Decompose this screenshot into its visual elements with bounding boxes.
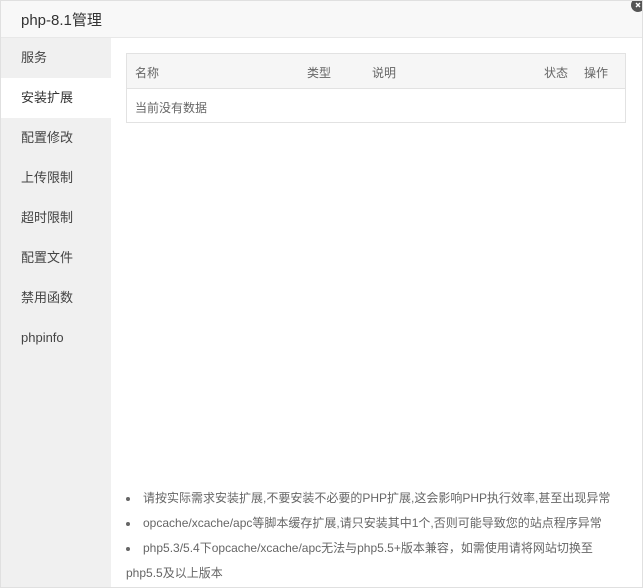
sidebar-item-disabled-functions[interactable]: 禁用函数: [1, 278, 111, 318]
tip-item: opcache/xcache/apc等脚本缓存扩展,请只安装其中1个,否则可能导…: [126, 511, 626, 536]
close-icon[interactable]: [628, 1, 642, 15]
column-header-description: 说明: [372, 66, 397, 80]
sidebar-item-config-file[interactable]: 配置文件: [1, 238, 111, 278]
extensions-table: 名称 类型 说明 状态 操作 当前没有数据: [126, 53, 626, 123]
column-header-type: 类型: [307, 66, 332, 80]
php-manager-dialog: php-8.1管理 服务 安装扩展 配置修改 上传限制 超时限制 配置文件 禁用…: [0, 0, 643, 588]
sidebar-item-upload-limit[interactable]: 上传限制: [1, 158, 111, 198]
column-header-actions: 操作: [584, 66, 609, 80]
tips-list: 请按实际需求安装扩展,不要安装不必要的PHP扩展,这会影响PHP执行效率,甚至出…: [126, 486, 626, 586]
table-row: 当前没有数据: [127, 89, 625, 122]
tip-item: php5.3/5.4下opcache/xcache/apc无法与php5.5+版…: [126, 536, 626, 586]
sidebar-item-timeout-limit[interactable]: 超时限制: [1, 198, 111, 238]
main-panel: 名称 类型 说明 状态 操作 当前没有数据 请按实际需求安装扩展,不要安装不必要…: [111, 38, 642, 587]
sidebar-item-service[interactable]: 服务: [1, 38, 111, 78]
column-header-status: 状态: [544, 66, 569, 80]
dialog-title: php-8.1管理: [21, 12, 102, 29]
dialog-titlebar: php-8.1管理: [1, 1, 642, 38]
sidebar-item-config-edit[interactable]: 配置修改: [1, 118, 111, 158]
table-header: 名称 类型 说明 状态 操作: [127, 54, 625, 89]
sidebar: 服务 安装扩展 配置修改 上传限制 超时限制 配置文件 禁用函数 phpinfo: [1, 38, 111, 587]
sidebar-item-phpinfo[interactable]: phpinfo: [1, 318, 111, 358]
tip-item: 请按实际需求安装扩展,不要安装不必要的PHP扩展,这会影响PHP执行效率,甚至出…: [126, 486, 626, 511]
column-header-name: 名称: [135, 66, 160, 80]
empty-table-message: 当前没有数据: [135, 101, 208, 115]
sidebar-item-install-extensions[interactable]: 安装扩展: [1, 78, 111, 118]
